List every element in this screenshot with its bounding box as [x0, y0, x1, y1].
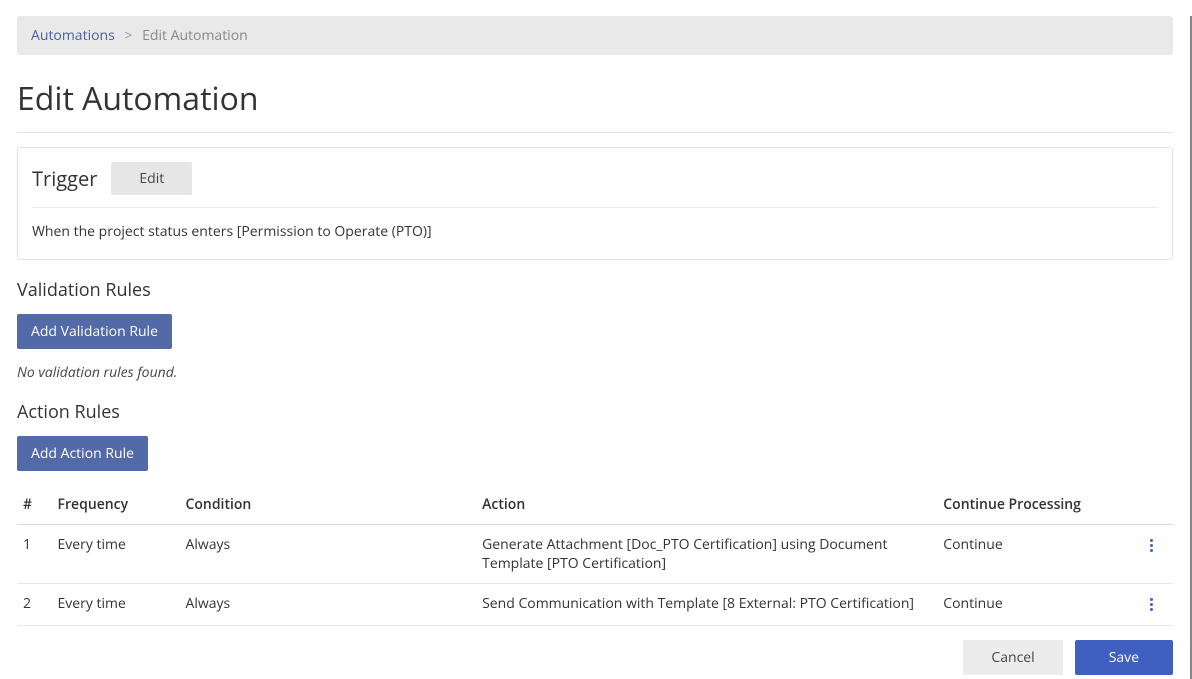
- trigger-title: Trigger: [32, 165, 97, 192]
- breadcrumb-separator: >: [124, 26, 132, 45]
- table-row: 1 Every time Always Generate Attachment …: [17, 525, 1173, 584]
- col-header-frequency: Frequency: [52, 485, 180, 525]
- edit-trigger-button[interactable]: Edit: [111, 162, 192, 195]
- validation-rules-title: Validation Rules: [17, 278, 1173, 302]
- cell-continue: Continue: [937, 584, 1140, 626]
- cell-frequency: Every time: [52, 584, 180, 626]
- cell-num: 2: [17, 584, 52, 626]
- breadcrumb-root-link[interactable]: Automations: [31, 26, 115, 45]
- col-header-menu: [1140, 485, 1173, 525]
- cell-condition: Always: [180, 525, 477, 584]
- row-menu-icon[interactable]: [1146, 594, 1157, 615]
- page-title: Edit Automation: [17, 77, 1173, 120]
- col-header-continue: Continue Processing: [937, 485, 1140, 525]
- cell-continue: Continue: [937, 525, 1140, 584]
- trigger-panel: Trigger Edit When the project status ent…: [17, 147, 1173, 260]
- validation-empty-message: No validation rules found.: [17, 363, 1173, 382]
- col-header-condition: Condition: [180, 485, 477, 525]
- col-header-num: #: [17, 485, 52, 525]
- table-row: 2 Every time Always Send Communication w…: [17, 584, 1173, 626]
- footer-actions: Cancel Save: [17, 640, 1173, 675]
- add-validation-rule-button[interactable]: Add Validation Rule: [17, 314, 172, 349]
- cell-frequency: Every time: [52, 525, 180, 584]
- action-rules-title: Action Rules: [17, 400, 1173, 424]
- breadcrumb-current: Edit Automation: [142, 26, 248, 45]
- divider: [17, 132, 1173, 133]
- action-rules-table: # Frequency Condition Action Continue Pr…: [17, 485, 1173, 626]
- col-header-action: Action: [476, 485, 937, 525]
- add-action-rule-button[interactable]: Add Action Rule: [17, 436, 148, 471]
- cancel-button[interactable]: Cancel: [963, 640, 1062, 675]
- table-header-row: # Frequency Condition Action Continue Pr…: [17, 485, 1173, 525]
- save-button[interactable]: Save: [1075, 640, 1173, 675]
- breadcrumb: Automations > Edit Automation: [17, 16, 1173, 55]
- row-menu-icon[interactable]: [1146, 535, 1157, 556]
- cell-action: Generate Attachment [Doc_PTO Certificati…: [476, 525, 937, 584]
- trigger-description: When the project status enters [Permissi…: [32, 222, 1158, 241]
- cell-num: 1: [17, 525, 52, 584]
- cell-condition: Always: [180, 584, 477, 626]
- cell-action: Send Communication with Template [8 Exte…: [476, 584, 937, 626]
